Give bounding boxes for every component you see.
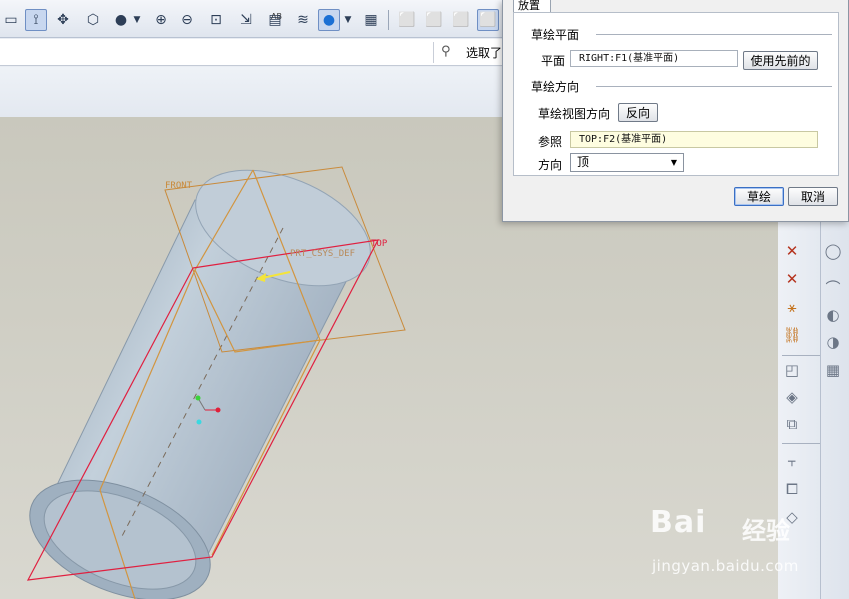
saved-views-icon[interactable]: ▤ (264, 9, 286, 31)
layers-icon[interactable]: ≋ (292, 9, 314, 31)
shaded-icon[interactable]: ⬜ (477, 9, 499, 31)
chevron-down-icon[interactable]: ▼ (342, 9, 354, 31)
view-icon[interactable]: ▭ (0, 9, 22, 31)
hidden-line-icon[interactable]: ⬜ (423, 9, 445, 31)
extrude-icon[interactable]: ◰ (781, 359, 803, 381)
vertex-icon[interactable]: ✕ (781, 240, 803, 262)
no-hidden-icon[interactable]: ⬜ (450, 9, 472, 31)
view-direction-label: 草绘视图方向 (538, 107, 611, 121)
chevron-down-icon: ▼ (670, 158, 677, 167)
hole-icon[interactable]: ⫟ (781, 450, 803, 472)
top-label: TOP (371, 239, 388, 249)
model-tree-icon[interactable]: ▦ (360, 9, 382, 31)
draft-icon[interactable]: ◑ (822, 331, 844, 353)
baidu-watermark: Bai 经验 jingyan.baidu.com (650, 505, 810, 585)
appearance-icon[interactable]: ● (110, 9, 132, 31)
orientation-label: 方向 (538, 158, 563, 172)
cancel-button[interactable]: 取消 (788, 187, 838, 206)
flip-button[interactable]: 反向 (618, 103, 658, 122)
display-style-icon[interactable]: ● (318, 9, 340, 31)
refit-icon[interactable]: ⊡ (205, 9, 227, 31)
watermark-url: jingyan.baidu.com (652, 557, 799, 575)
plane-label: 平面 (541, 54, 566, 68)
datum-display-icon[interactable]: ⟟ (25, 9, 47, 31)
sweep-icon[interactable]: ⧉ (781, 413, 803, 435)
sketch-icon[interactable]: ◯ (822, 240, 844, 262)
wireframe-icon[interactable]: ⬜ (396, 9, 418, 31)
orientation-select[interactable]: 顶 ▼ (570, 153, 684, 172)
reference-field[interactable]: TOP:F2(基准平面) (570, 131, 818, 148)
pattern-icon[interactable]: ▦ (822, 359, 844, 381)
watermark-brand: Bai (650, 505, 707, 540)
datum-point-icon[interactable]: ✕ (781, 268, 803, 290)
selection-status: 选取了 (466, 46, 503, 60)
zoom-in-icon[interactable]: ⊕ (150, 9, 172, 31)
plane-field[interactable]: RIGHT:F1(基准平面) (570, 50, 738, 67)
shading-icon[interactable]: ⬡ (82, 9, 104, 31)
reference-label: 参照 (538, 135, 563, 149)
sketch-button[interactable]: 草绘 (734, 187, 784, 206)
revolve-icon[interactable]: ◈ (781, 386, 803, 408)
csys-icon[interactable]: ⚹ (781, 296, 803, 318)
spin-center-icon[interactable]: ✥ (52, 9, 74, 31)
front-label: FRONT (165, 181, 193, 191)
reorient-icon[interactable]: ⇲ (235, 9, 257, 31)
orientation-value: 顶 (577, 155, 590, 169)
watermark-brand-suffix: 经验 (742, 517, 790, 545)
use-previous-button[interactable]: 使用先前的 (743, 51, 818, 70)
sketch-orientation-heading: 草绘方向 (531, 80, 580, 94)
sketch-plane-heading: 草绘平面 (531, 28, 580, 42)
round-icon[interactable]: ⌒ (822, 276, 844, 298)
csys-label: PRT_CSYS_DEF (290, 249, 355, 259)
status-icon: ⚲ (441, 44, 451, 59)
chamfer-icon[interactable]: ◐ (822, 304, 844, 326)
zoom-out-icon[interactable]: ⊖ (176, 9, 198, 31)
link-icon[interactable]: ⛓ (781, 324, 803, 346)
sketch-dialog: 放置 草绘平面 平面 RIGHT:F1(基准平面) 使用先前的 草绘方向 草绘视… (502, 0, 849, 222)
shell-icon[interactable]: ⧠ (781, 478, 803, 500)
placement-panel: 草绘平面 平面 RIGHT:F1(基准平面) 使用先前的 草绘方向 草绘视图方向… (513, 12, 839, 176)
chevron-down-icon[interactable]: ▼ (131, 9, 143, 31)
